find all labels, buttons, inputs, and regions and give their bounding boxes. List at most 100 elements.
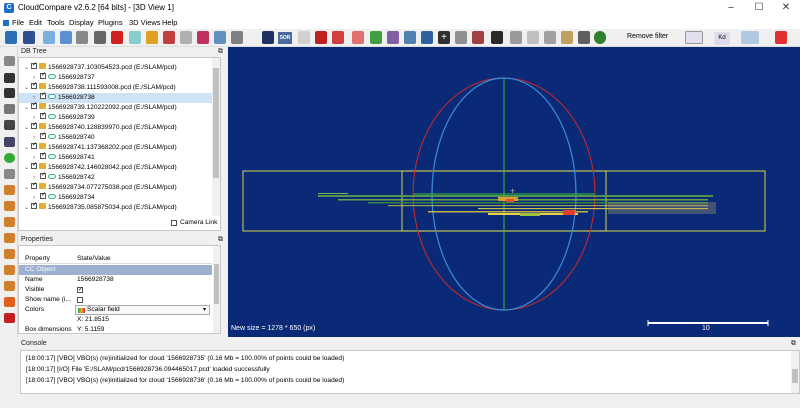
plane-icon[interactable] — [231, 31, 243, 44]
scrollbar-thumb[interactable] — [214, 264, 219, 304]
checkbox[interactable] — [40, 191, 46, 201]
3d-view[interactable]: + New size = 1278 * 650 (px) 10 — [228, 47, 800, 337]
tree-item-cloud[interactable]: ›1566928734 — [19, 191, 213, 203]
tree-item-folder[interactable]: ⌄1566928740.128839970.pcd (E:/SLAM/pcd) — [19, 121, 213, 133]
tree-item-cloud-selected[interactable]: ›1566928738 — [19, 91, 213, 103]
tree-item-folder[interactable]: ⌄1566928741.137368202.pcd (E:/SLAM/pcd) — [19, 141, 213, 153]
dock-icon[interactable]: ⧉ — [218, 47, 223, 57]
camera-icon[interactable] — [332, 31, 344, 44]
back-view-icon[interactable] — [4, 88, 15, 98]
crosshair-icon[interactable] — [298, 31, 310, 44]
tree-item-cloud[interactable]: ›1566928740 — [19, 131, 213, 143]
box-right-icon[interactable] — [4, 265, 15, 275]
checkbox[interactable] — [40, 151, 46, 161]
scalar-icon[interactable] — [352, 31, 364, 44]
checkbox[interactable] — [40, 171, 46, 181]
clone-icon[interactable] — [60, 31, 72, 44]
segment-icon[interactable] — [94, 31, 106, 44]
menu-tools[interactable]: Tools — [47, 17, 65, 29]
collapse-arrow-icon[interactable]: ⌄ — [24, 204, 31, 214]
tree-item-folder[interactable]: ⌄1566928742.146028042.pcd (E:/SLAM/pcd) — [19, 161, 213, 173]
checkbox[interactable] — [40, 71, 46, 81]
s-icon[interactable] — [775, 31, 787, 44]
box-top-icon[interactable] — [4, 201, 15, 211]
mesh-icon[interactable] — [404, 31, 416, 44]
shading-icon[interactable] — [4, 313, 15, 323]
menu-help[interactable]: Help — [162, 17, 177, 29]
side-view-icon[interactable] — [4, 120, 15, 130]
link-icon[interactable] — [472, 31, 484, 44]
sphere-icon[interactable] — [544, 31, 556, 44]
box-iso-icon[interactable] — [4, 297, 15, 307]
kdtree-button[interactable]: Kd — [714, 32, 730, 45]
view-icon[interactable] — [578, 31, 590, 44]
noise-icon[interactable] — [214, 31, 226, 44]
menu-3d-views[interactable]: 3D Views — [129, 17, 161, 29]
globe-icon[interactable] — [594, 31, 606, 44]
colors-dropdown[interactable]: Scalar field ▾ — [75, 305, 210, 315]
tree-item-cloud[interactable]: ›1566928737 — [19, 71, 213, 83]
menu-display[interactable]: Display — [69, 17, 94, 29]
3d-view-canvas[interactable]: + — [228, 47, 800, 337]
cut-icon[interactable] — [315, 31, 327, 44]
nc-icon[interactable] — [741, 31, 759, 44]
checkbox[interactable] — [31, 121, 37, 131]
checkbox[interactable] — [31, 81, 37, 91]
normal-icon[interactable] — [163, 31, 175, 44]
sor-filter-button[interactable]: SOR — [278, 32, 292, 44]
front-view-icon[interactable] — [4, 73, 15, 83]
checkbox[interactable] — [31, 181, 37, 191]
checkbox[interactable] — [40, 91, 46, 101]
db-tree-scrollbar[interactable] — [212, 58, 220, 216]
tree-item-cloud[interactable]: ›1566928741 — [19, 151, 213, 163]
tree-item-folder[interactable]: ⌄1566928739.120222092.pcd (E:/SLAM/pcd) — [19, 101, 213, 113]
pointcloud-icon[interactable] — [527, 31, 539, 44]
plus-view-icon[interactable] — [4, 104, 15, 114]
histogram-icon[interactable] — [370, 31, 382, 44]
console-scrollbar[interactable] — [791, 351, 799, 393]
cloud-icon[interactable] — [129, 31, 141, 44]
properties-scrollbar[interactable] — [213, 246, 220, 333]
checkbox[interactable] — [40, 131, 46, 141]
checkbox[interactable] — [31, 61, 37, 71]
save-icon[interactable] — [23, 31, 35, 44]
tree-item-cloud[interactable]: ›1566928742 — [19, 171, 213, 183]
open-icon[interactable] — [5, 31, 17, 44]
shield-icon[interactable] — [510, 31, 522, 44]
minus-icon[interactable] — [455, 31, 467, 44]
pencil-icon[interactable] — [4, 56, 15, 66]
tree-item-folder[interactable]: ⌄1566928734.077275038.pcd (E:/SLAM/pcd) — [19, 181, 213, 193]
menu-file[interactable]: File — [12, 17, 24, 29]
sample-icon[interactable] — [43, 31, 55, 44]
box-back-icon[interactable] — [4, 249, 15, 259]
menu-plugins[interactable]: Plugins — [98, 17, 123, 29]
pick-icon[interactable] — [421, 31, 433, 44]
scrollbar-thumb[interactable] — [213, 68, 219, 178]
color-icon[interactable] — [146, 31, 158, 44]
checkbox[interactable] — [31, 161, 37, 171]
dock-icon[interactable]: ⧉ — [791, 339, 796, 349]
remove-filter-button[interactable]: Remove filter — [627, 33, 668, 40]
chessboard-icon[interactable] — [262, 31, 274, 44]
search-icon[interactable] — [4, 169, 15, 179]
checkbox[interactable] — [31, 201, 37, 211]
close-button[interactable]: ✕ — [772, 2, 800, 13]
zoom-fit-icon[interactable] — [4, 153, 15, 163]
statistics-icon[interactable] — [387, 31, 399, 44]
maximize-button[interactable]: ☐ — [745, 2, 773, 13]
tree-item-folder[interactable]: ⌄1566928738.111593008.pcd (E:/SLAM/pcd) — [19, 81, 213, 93]
box-front-icon[interactable] — [4, 217, 15, 227]
box-icon[interactable] — [4, 185, 15, 195]
merge-icon[interactable] — [76, 31, 88, 44]
box-left-icon[interactable] — [4, 233, 15, 243]
checkbox[interactable] — [31, 101, 37, 111]
tree-item-folder[interactable]: ⌄1566928737.103054523.pcd (E:/SLAM/pcd) — [19, 61, 213, 73]
property-value[interactable]: 1566928738 — [77, 275, 114, 285]
scrollbar-thumb[interactable] — [792, 369, 798, 383]
dock-icon[interactable]: ⧉ — [218, 235, 223, 245]
box-bottom-icon[interactable] — [4, 281, 15, 291]
compass-icon[interactable] — [685, 31, 703, 44]
checkbox[interactable] — [40, 111, 46, 121]
visible-checkbox[interactable]: ✓ — [77, 287, 83, 293]
delete-icon[interactable] — [111, 31, 123, 44]
